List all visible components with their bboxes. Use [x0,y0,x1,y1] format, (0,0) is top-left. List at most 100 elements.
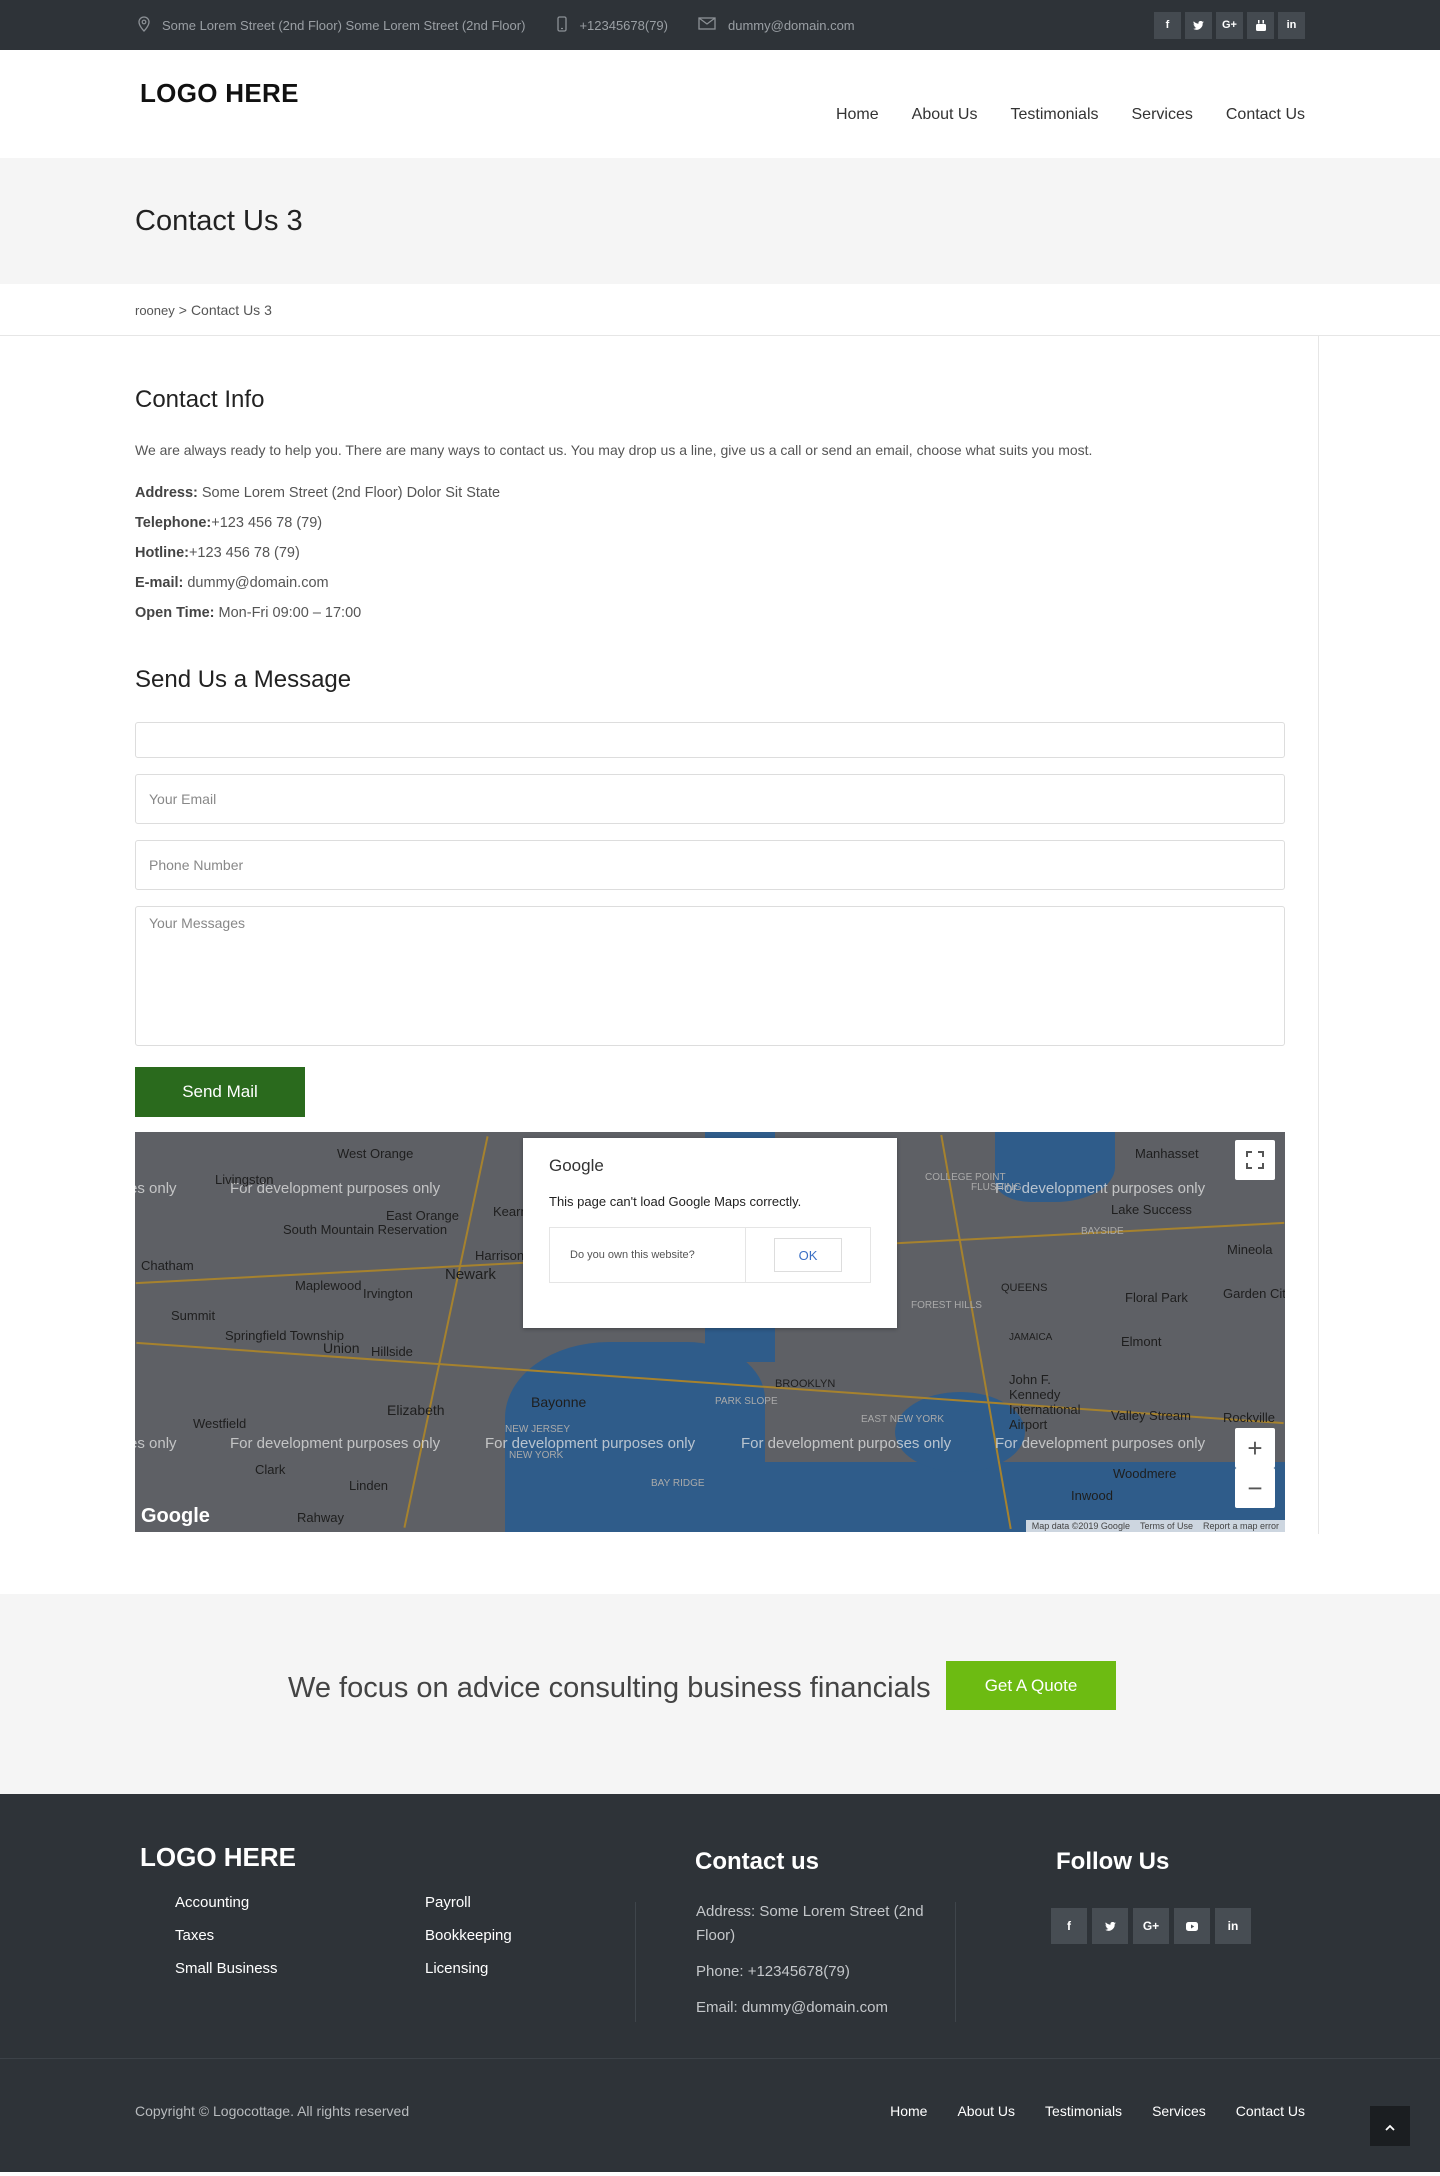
map-report-error-link[interactable]: Report a map error [1203,1521,1279,1531]
site-logo[interactable]: LOGO HERE [140,78,299,109]
facebook-icon[interactable]: f [1154,11,1181,39]
scroll-to-top-button[interactable] [1370,2106,1410,2146]
contact-open-time: Open Time: Mon-Fri 09:00 – 17:00 [135,605,362,621]
map-attribution: Map data ©2019 Google Terms of Use Repor… [1025,1520,1285,1532]
footer-nav-about-us[interactable]: About Us [957,2103,1015,2119]
copyright-text: Copyright © Logocottage. All rights rese… [135,2103,410,2119]
send-mail-button[interactable]: Send Mail [135,1067,305,1117]
main-nav: Home About Us Testimonials Services Cont… [836,106,1305,124]
map-place-label: Union [323,1340,360,1356]
map-place-label: COLLEGE POINT [925,1172,1006,1183]
mobile-phone-icon [557,15,579,35]
minus-icon: − [1247,1472,1263,1503]
footer-divider [635,1902,636,2022]
breadcrumb-root-link[interactable]: rooney [135,303,175,318]
envelope-icon [698,17,728,33]
map-terms-link[interactable]: Terms of Use [1140,1521,1193,1531]
linkedin-icon[interactable]: in [1215,1908,1251,1944]
google-plus-icon[interactable]: G+ [1216,11,1243,39]
fullscreen-button[interactable] [1235,1140,1275,1180]
email-input[interactable] [136,775,1284,823]
breadcrumb: rooney > Contact Us 3 [0,284,1440,336]
google-plus-icon[interactable]: G+ [1133,1908,1169,1944]
zoom-in-button[interactable]: + [1235,1428,1275,1468]
nav-about-us[interactable]: About Us [912,106,978,124]
footer-contact-email: Email: dummy@domain.com [696,1999,888,2016]
footer-nav-home[interactable]: Home [890,2103,927,2119]
footer-link-licensing[interactable]: Licensing [425,1960,575,1977]
footer-link-accounting[interactable]: Accounting [175,1894,425,1911]
cta-text: We focus on advice consulting business f… [288,1672,931,1704]
map-place-label: Inwood [1071,1488,1113,1503]
map-place-label: Lake Success [1111,1202,1192,1217]
youtube-icon[interactable] [1174,1908,1210,1944]
top-contact-info: Some Lorem Street (2nd Floor) Some Lorem… [135,15,881,35]
footer-logo[interactable]: LOGO HERE [140,1842,296,1873]
location-pin-icon [138,15,162,35]
footer-contact-title: Contact us [695,1848,820,1875]
map-place-label: EAST NEW YORK [861,1414,944,1425]
contact-address: Address: Some Lorem Street (2nd Floor) D… [135,485,501,501]
name-input[interactable] [136,723,1284,757]
map-error-dialog: Google This page can't load Google Maps … [523,1138,897,1328]
phone-input[interactable] [136,841,1284,889]
own-website-link[interactable]: Do you own this website? [550,1228,746,1282]
map-dialog-owner-row: Do you own this website? OK [549,1227,871,1283]
plus-icon: + [1247,1432,1263,1463]
map-place-label: Valley Stream [1111,1408,1191,1423]
nav-home[interactable]: Home [836,106,879,124]
footer-divider [955,1902,956,2022]
footer-nav-contact-us[interactable]: Contact Us [1236,2103,1305,2119]
map-place-label: Newark [445,1266,496,1283]
contact-intro: We are always ready to help you. There a… [135,442,1093,458]
map-watermark: es only [135,1435,177,1452]
map-dialog-message: This page can't load Google Maps correct… [549,1194,802,1209]
map-place-label: Chatham [141,1258,194,1273]
top-address: Some Lorem Street (2nd Floor) Some Lorem… [162,17,526,33]
map-place-label: BAYSIDE [1081,1226,1124,1237]
map-place-label: FOREST HILLS [911,1300,982,1311]
map-place-label: South Mountain Reservation [283,1222,448,1237]
top-bar: Some Lorem Street (2nd Floor) Some Lorem… [0,0,1440,50]
footer-nav-testimonials[interactable]: Testimonials [1045,2103,1122,2119]
map-place-label: Rockville [1223,1410,1276,1425]
map-place-label: PARK SLOPE [715,1396,778,1407]
nav-contact-us[interactable]: Contact Us [1226,106,1305,124]
cta-section: We focus on advice consulting business f… [0,1594,1440,1794]
get-a-quote-button[interactable]: Get A Quote [946,1661,1116,1710]
map-place-label: BROOKLYN [775,1378,836,1390]
footer-link-taxes[interactable]: Taxes [175,1927,425,1944]
linkedin-icon[interactable]: in [1278,11,1305,39]
map-place-label: Maplewood [295,1278,362,1293]
site-footer: LOGO HERE Accounting Payroll Taxes Bookk… [0,1794,1440,2058]
footer-nav-services[interactable]: Services [1152,2103,1206,2119]
twitter-icon[interactable] [1092,1908,1128,1944]
map-place-label: Livingston [215,1172,274,1187]
twitter-icon[interactable] [1185,11,1212,39]
map-dialog-ok-button[interactable]: OK [774,1238,842,1272]
footer-link-payroll[interactable]: Payroll [425,1894,575,1911]
map-dialog-brand: Google [549,1156,604,1175]
nav-testimonials[interactable]: Testimonials [1010,106,1098,124]
page-title: Contact Us 3 [135,204,303,237]
map-watermark: For development purposes only [741,1435,952,1452]
map-place-label: Mineola [1227,1242,1273,1257]
sidebar-divider [1318,336,1319,1534]
youtube-icon[interactable] [1247,11,1274,39]
footer-contact-phone: Phone: +12345678(79) [696,1963,850,1980]
message-textarea[interactable] [136,907,1284,1045]
facebook-icon[interactable]: f [1051,1908,1087,1944]
contact-email: E-mail: dummy@domain.com [135,575,329,591]
top-phone: +12345678(79) [579,17,668,33]
map-watermark: For development purposes only [995,1180,1206,1197]
page-title-banner: Contact Us 3 [0,158,1440,284]
footer-follow-title: Follow Us [1056,1848,1170,1875]
nav-services[interactable]: Services [1132,106,1193,124]
map-place-label: FLUSHING [971,1182,1022,1193]
footer-link-bookkeeping[interactable]: Bookkeeping [425,1927,575,1944]
map-place-label: Summit [171,1308,216,1323]
top-social-links: f G+ in [1154,11,1305,39]
zoom-out-button[interactable]: − [1235,1468,1275,1508]
google-map[interactable]: es only For development purposes only Fo… [135,1132,1285,1532]
footer-link-small-business[interactable]: Small Business [175,1960,425,1977]
